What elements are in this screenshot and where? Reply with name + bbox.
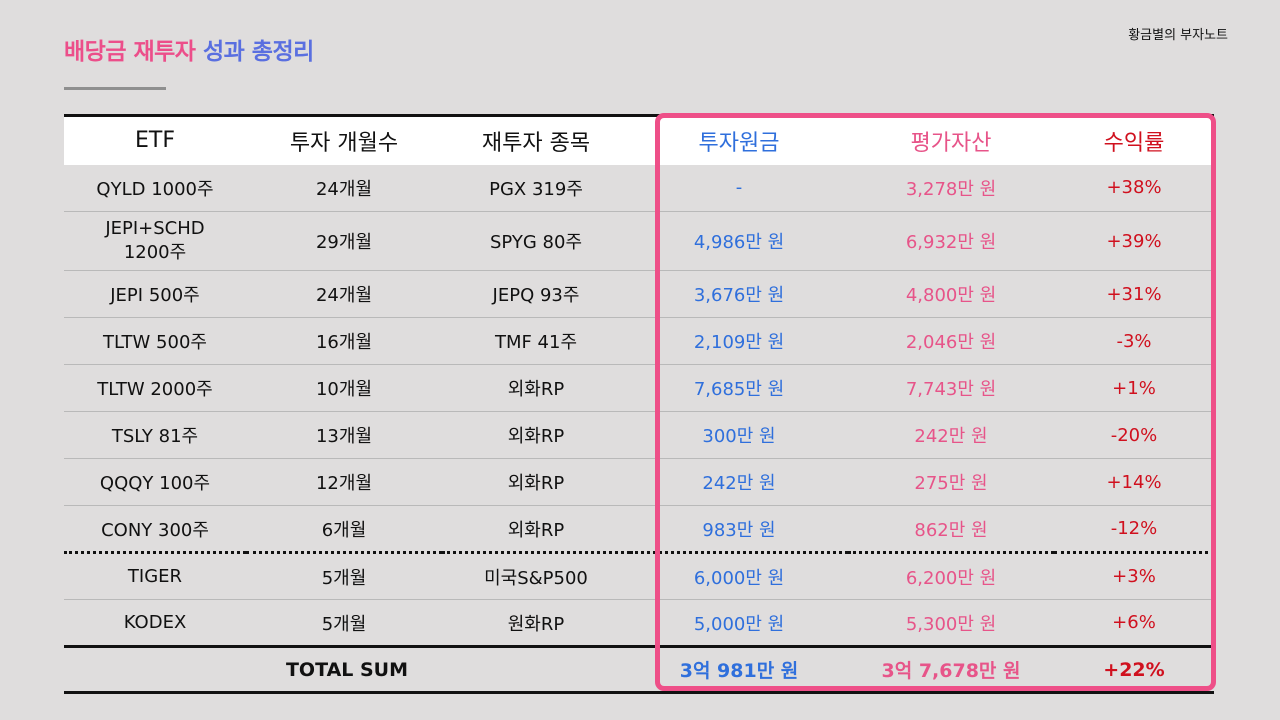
cell-etf: QQQY 100주 bbox=[64, 458, 246, 506]
cell-return: -12% bbox=[1054, 505, 1214, 554]
table-row: JEPI+SCHD 1200주 29개월 SPYG 80주 4,986만 원 6… bbox=[64, 211, 1214, 271]
cell-principal: 300만 원 bbox=[630, 411, 848, 459]
cell-months: 6개월 bbox=[246, 505, 442, 554]
cell-value: 242만 원 bbox=[848, 411, 1054, 459]
total-return: +22% bbox=[1054, 646, 1214, 694]
page-title: 배당금 재투자 성과 총정리 bbox=[64, 32, 314, 66]
table-header-row: ETF 투자 개월수 재투자 종목 투자원금 평가자산 수익률 bbox=[64, 114, 1214, 165]
performance-table: ETF 투자 개월수 재투자 종목 투자원금 평가자산 수익률 QYLD 100… bbox=[64, 114, 1214, 694]
cell-reinvest: 미국S&P500 bbox=[442, 552, 630, 600]
cell-etf: TIGER bbox=[64, 552, 246, 600]
table-row: QYLD 1000주 24개월 PGX 319주 - 3,278만 원 +38% bbox=[64, 164, 1214, 212]
cell-reinvest: 외화RP bbox=[442, 505, 630, 554]
cell-value: 6,932만 원 bbox=[848, 211, 1054, 271]
cell-principal: 242만 원 bbox=[630, 458, 848, 506]
cell-return: +31% bbox=[1054, 270, 1214, 318]
cell-months: 5개월 bbox=[246, 552, 442, 600]
cell-reinvest: 원화RP bbox=[442, 599, 630, 648]
cell-reinvest: SPYG 80주 bbox=[442, 211, 630, 271]
cell-value: 7,743만 원 bbox=[848, 364, 1054, 412]
cell-principal: 6,000만 원 bbox=[630, 552, 848, 600]
cell-value: 6,200만 원 bbox=[848, 552, 1054, 600]
table-row: TIGER 5개월 미국S&P500 6,000만 원 6,200만 원 +3% bbox=[64, 552, 1214, 600]
cell-principal: 983만 원 bbox=[630, 505, 848, 554]
col-header-return: 수익률 bbox=[1054, 114, 1214, 165]
table-row: TLTW 500주 16개월 TMF 41주 2,109만 원 2,046만 원… bbox=[64, 317, 1214, 365]
cell-etf: KODEX bbox=[64, 599, 246, 648]
cell-return: +38% bbox=[1054, 164, 1214, 212]
cell-months: 10개월 bbox=[246, 364, 442, 412]
cell-return: +39% bbox=[1054, 211, 1214, 271]
cell-value: 275만 원 bbox=[848, 458, 1054, 506]
cell-etf: TLTW 2000주 bbox=[64, 364, 246, 412]
cell-value: 862만 원 bbox=[848, 505, 1054, 554]
cell-return: +3% bbox=[1054, 552, 1214, 600]
cell-principal: 4,986만 원 bbox=[630, 211, 848, 271]
col-header-etf: ETF bbox=[64, 114, 246, 165]
cell-etf: JEPI 500주 bbox=[64, 270, 246, 318]
total-value: 3억 7,678만 원 bbox=[848, 646, 1054, 694]
cell-etf: QYLD 1000주 bbox=[64, 164, 246, 212]
cell-principal: 2,109만 원 bbox=[630, 317, 848, 365]
cell-value: 3,278만 원 bbox=[848, 164, 1054, 212]
total-principal: 3억 981만 원 bbox=[630, 646, 848, 694]
cell-reinvest: 외화RP bbox=[442, 458, 630, 506]
table-row: CONY 300주 6개월 외화RP 983만 원 862만 원 -12% bbox=[64, 505, 1214, 554]
page-title-part1: 배당금 재투자 bbox=[64, 39, 196, 65]
cell-etf: CONY 300주 bbox=[64, 505, 246, 554]
cell-return: +14% bbox=[1054, 458, 1214, 506]
cell-months: 24개월 bbox=[246, 164, 442, 212]
cell-principal: 5,000만 원 bbox=[630, 599, 848, 648]
cell-reinvest: JEPQ 93주 bbox=[442, 270, 630, 318]
cell-etf: TLTW 500주 bbox=[64, 317, 246, 365]
title-underline bbox=[64, 87, 166, 90]
page-title-part2: 성과 총정리 bbox=[202, 39, 314, 65]
table-row: TLTW 2000주 10개월 외화RP 7,685만 원 7,743만 원 +… bbox=[64, 364, 1214, 412]
table-row: JEPI 500주 24개월 JEPQ 93주 3,676만 원 4,800만 … bbox=[64, 270, 1214, 318]
brand-label: 황금별의 부자노트 bbox=[1128, 28, 1228, 43]
col-header-principal: 투자원금 bbox=[630, 114, 848, 165]
cell-etf-line2: 1200주 bbox=[123, 242, 187, 263]
cell-etf: JEPI+SCHD 1200주 bbox=[64, 211, 246, 271]
table-row: QQQY 100주 12개월 외화RP 242만 원 275만 원 +14% bbox=[64, 458, 1214, 506]
total-label: TOTAL SUM bbox=[64, 646, 630, 694]
cell-reinvest: 외화RP bbox=[442, 411, 630, 459]
cell-months: 13개월 bbox=[246, 411, 442, 459]
cell-value: 5,300만 원 bbox=[848, 599, 1054, 648]
cell-months: 24개월 bbox=[246, 270, 442, 318]
cell-reinvest: PGX 319주 bbox=[442, 164, 630, 212]
cell-return: +1% bbox=[1054, 364, 1214, 412]
cell-reinvest: TMF 41주 bbox=[442, 317, 630, 365]
cell-etf-line1: JEPI+SCHD bbox=[105, 218, 205, 239]
cell-return: -3% bbox=[1054, 317, 1214, 365]
cell-principal: - bbox=[630, 164, 848, 212]
cell-months: 12개월 bbox=[246, 458, 442, 506]
cell-months: 16개월 bbox=[246, 317, 442, 365]
col-header-months: 투자 개월수 bbox=[246, 114, 442, 165]
cell-reinvest: 외화RP bbox=[442, 364, 630, 412]
table-row: TSLY 81주 13개월 외화RP 300만 원 242만 원 -20% bbox=[64, 411, 1214, 459]
cell-months: 5개월 bbox=[246, 599, 442, 648]
cell-value: 2,046만 원 bbox=[848, 317, 1054, 365]
cell-value: 4,800만 원 bbox=[848, 270, 1054, 318]
cell-return: +6% bbox=[1054, 599, 1214, 648]
total-row: TOTAL SUM 3억 981만 원 3억 7,678만 원 +22% bbox=[64, 646, 1214, 694]
cell-months: 29개월 bbox=[246, 211, 442, 271]
cell-principal: 7,685만 원 bbox=[630, 364, 848, 412]
cell-principal: 3,676만 원 bbox=[630, 270, 848, 318]
cell-return: -20% bbox=[1054, 411, 1214, 459]
cell-etf: TSLY 81주 bbox=[64, 411, 246, 459]
col-header-value: 평가자산 bbox=[848, 114, 1054, 165]
col-header-reinvest: 재투자 종목 bbox=[442, 114, 630, 165]
table-row: KODEX 5개월 원화RP 5,000만 원 5,300만 원 +6% bbox=[64, 599, 1214, 648]
